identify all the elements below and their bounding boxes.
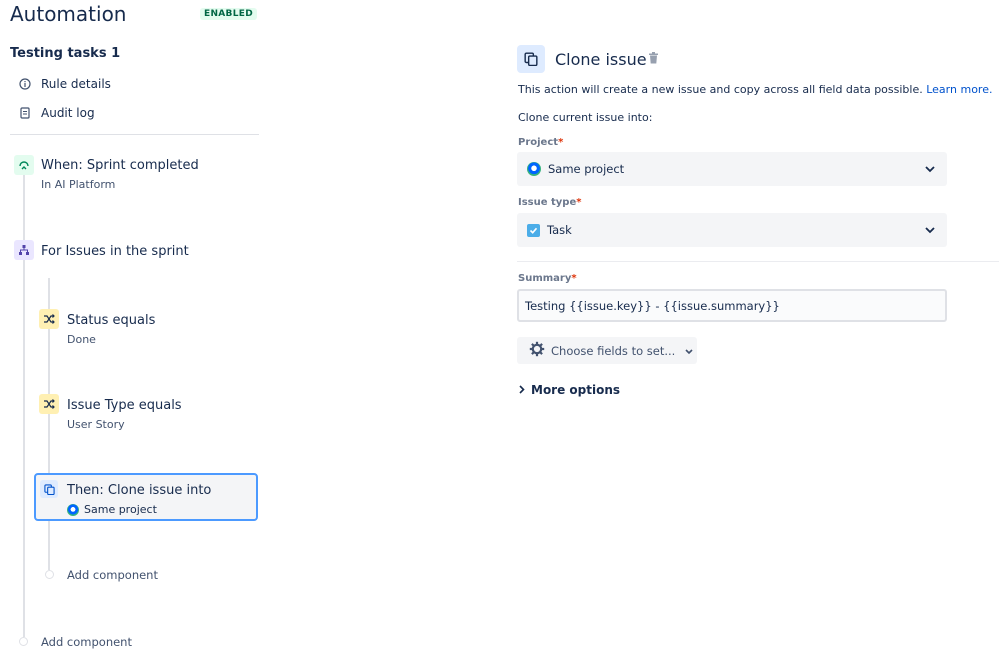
clone-icon: [40, 480, 58, 498]
chevron-right-icon: [519, 383, 525, 397]
trigger-title: When: Sprint completed: [41, 158, 199, 173]
document-icon: [18, 106, 32, 120]
status-badge: ENABLED: [200, 8, 257, 20]
condition-step-status[interactable]: Status equals Done: [39, 309, 259, 349]
branch-title: For Issues in the sprint: [41, 244, 189, 259]
add-component-inner[interactable]: Add component: [67, 568, 158, 582]
task-icon: [527, 223, 540, 237]
summary-label-text: Summary: [518, 273, 572, 284]
issue-type-label: Issue type*: [518, 197, 581, 208]
more-options-label: More options: [531, 383, 621, 397]
branch-icon: [14, 240, 34, 260]
nav-label: Rule details: [41, 77, 111, 91]
chevron-down-icon: [925, 162, 935, 176]
gear-icon: [529, 341, 545, 360]
delete-icon[interactable]: [648, 52, 659, 67]
nav-label: Audit log: [41, 106, 95, 120]
chevron-down-icon: [925, 223, 935, 237]
branch-step[interactable]: For Issues in the sprint: [14, 240, 254, 264]
more-options-toggle[interactable]: More options: [519, 383, 620, 397]
divider: [10, 134, 259, 135]
project-label-text: Project: [518, 137, 559, 148]
add-component-dot: [45, 570, 54, 579]
rule-name: Testing tasks 1: [10, 46, 121, 61]
action-step-clone[interactable]: Then: Clone issue into Same project: [34, 473, 258, 521]
condition-subtitle: Done: [67, 333, 96, 346]
clone-icon: [517, 45, 545, 73]
choose-fields-label: Choose fields to set...: [551, 343, 676, 358]
project-select[interactable]: Same project: [517, 152, 947, 186]
panel-title: Clone issue: [555, 50, 647, 69]
condition-title: Status equals: [67, 313, 156, 328]
add-component-dot: [19, 637, 28, 646]
summary-input[interactable]: Testing {{issue.key}} - {{issue.summary}…: [517, 289, 947, 322]
required-mark: *: [558, 137, 564, 148]
project-value: Same project: [548, 162, 625, 176]
required-mark: *: [576, 197, 582, 208]
project-label: Project*: [518, 137, 563, 148]
condition-subtitle: User Story: [67, 418, 125, 431]
add-component-outer[interactable]: Add component: [41, 635, 132, 649]
issue-type-select[interactable]: Task: [517, 213, 947, 247]
condition-step-issue-type[interactable]: Issue Type equals User Story: [39, 394, 259, 434]
summary-label: Summary*: [518, 273, 577, 284]
panel-description: This action will create a new issue and …: [518, 83, 992, 96]
issue-type-label-text: Issue type: [518, 197, 577, 208]
learn-more-link[interactable]: Learn more.: [926, 83, 992, 96]
choose-fields-button[interactable]: Choose fields to set...: [517, 337, 697, 364]
divider: [517, 261, 999, 262]
action-title: Then: Clone issue into: [67, 483, 212, 498]
required-mark: *: [571, 273, 577, 284]
trigger-subtitle: In AI Platform: [41, 178, 116, 191]
condition-title: Issue Type equals: [67, 398, 182, 413]
project-avatar-icon: [67, 503, 79, 516]
shuffle-icon: [39, 394, 59, 414]
action-target: Same project: [67, 503, 157, 516]
project-avatar-icon: [527, 162, 541, 176]
chevron-down-icon: [685, 344, 693, 358]
page-title: Automation: [10, 2, 127, 26]
trigger-step[interactable]: When: Sprint completed In AI Platform: [14, 155, 254, 195]
description-text: This action will create a new issue and …: [518, 83, 923, 96]
issue-type-value: Task: [547, 223, 572, 237]
nav-audit-log[interactable]: Audit log: [18, 103, 95, 123]
clone-into-label: Clone current issue into:: [518, 111, 653, 124]
action-subtitle: Same project: [84, 503, 157, 516]
sprint-icon: [14, 155, 34, 175]
shuffle-icon: [39, 309, 59, 329]
nav-rule-details[interactable]: Rule details: [18, 74, 111, 94]
info-icon: [18, 77, 32, 91]
